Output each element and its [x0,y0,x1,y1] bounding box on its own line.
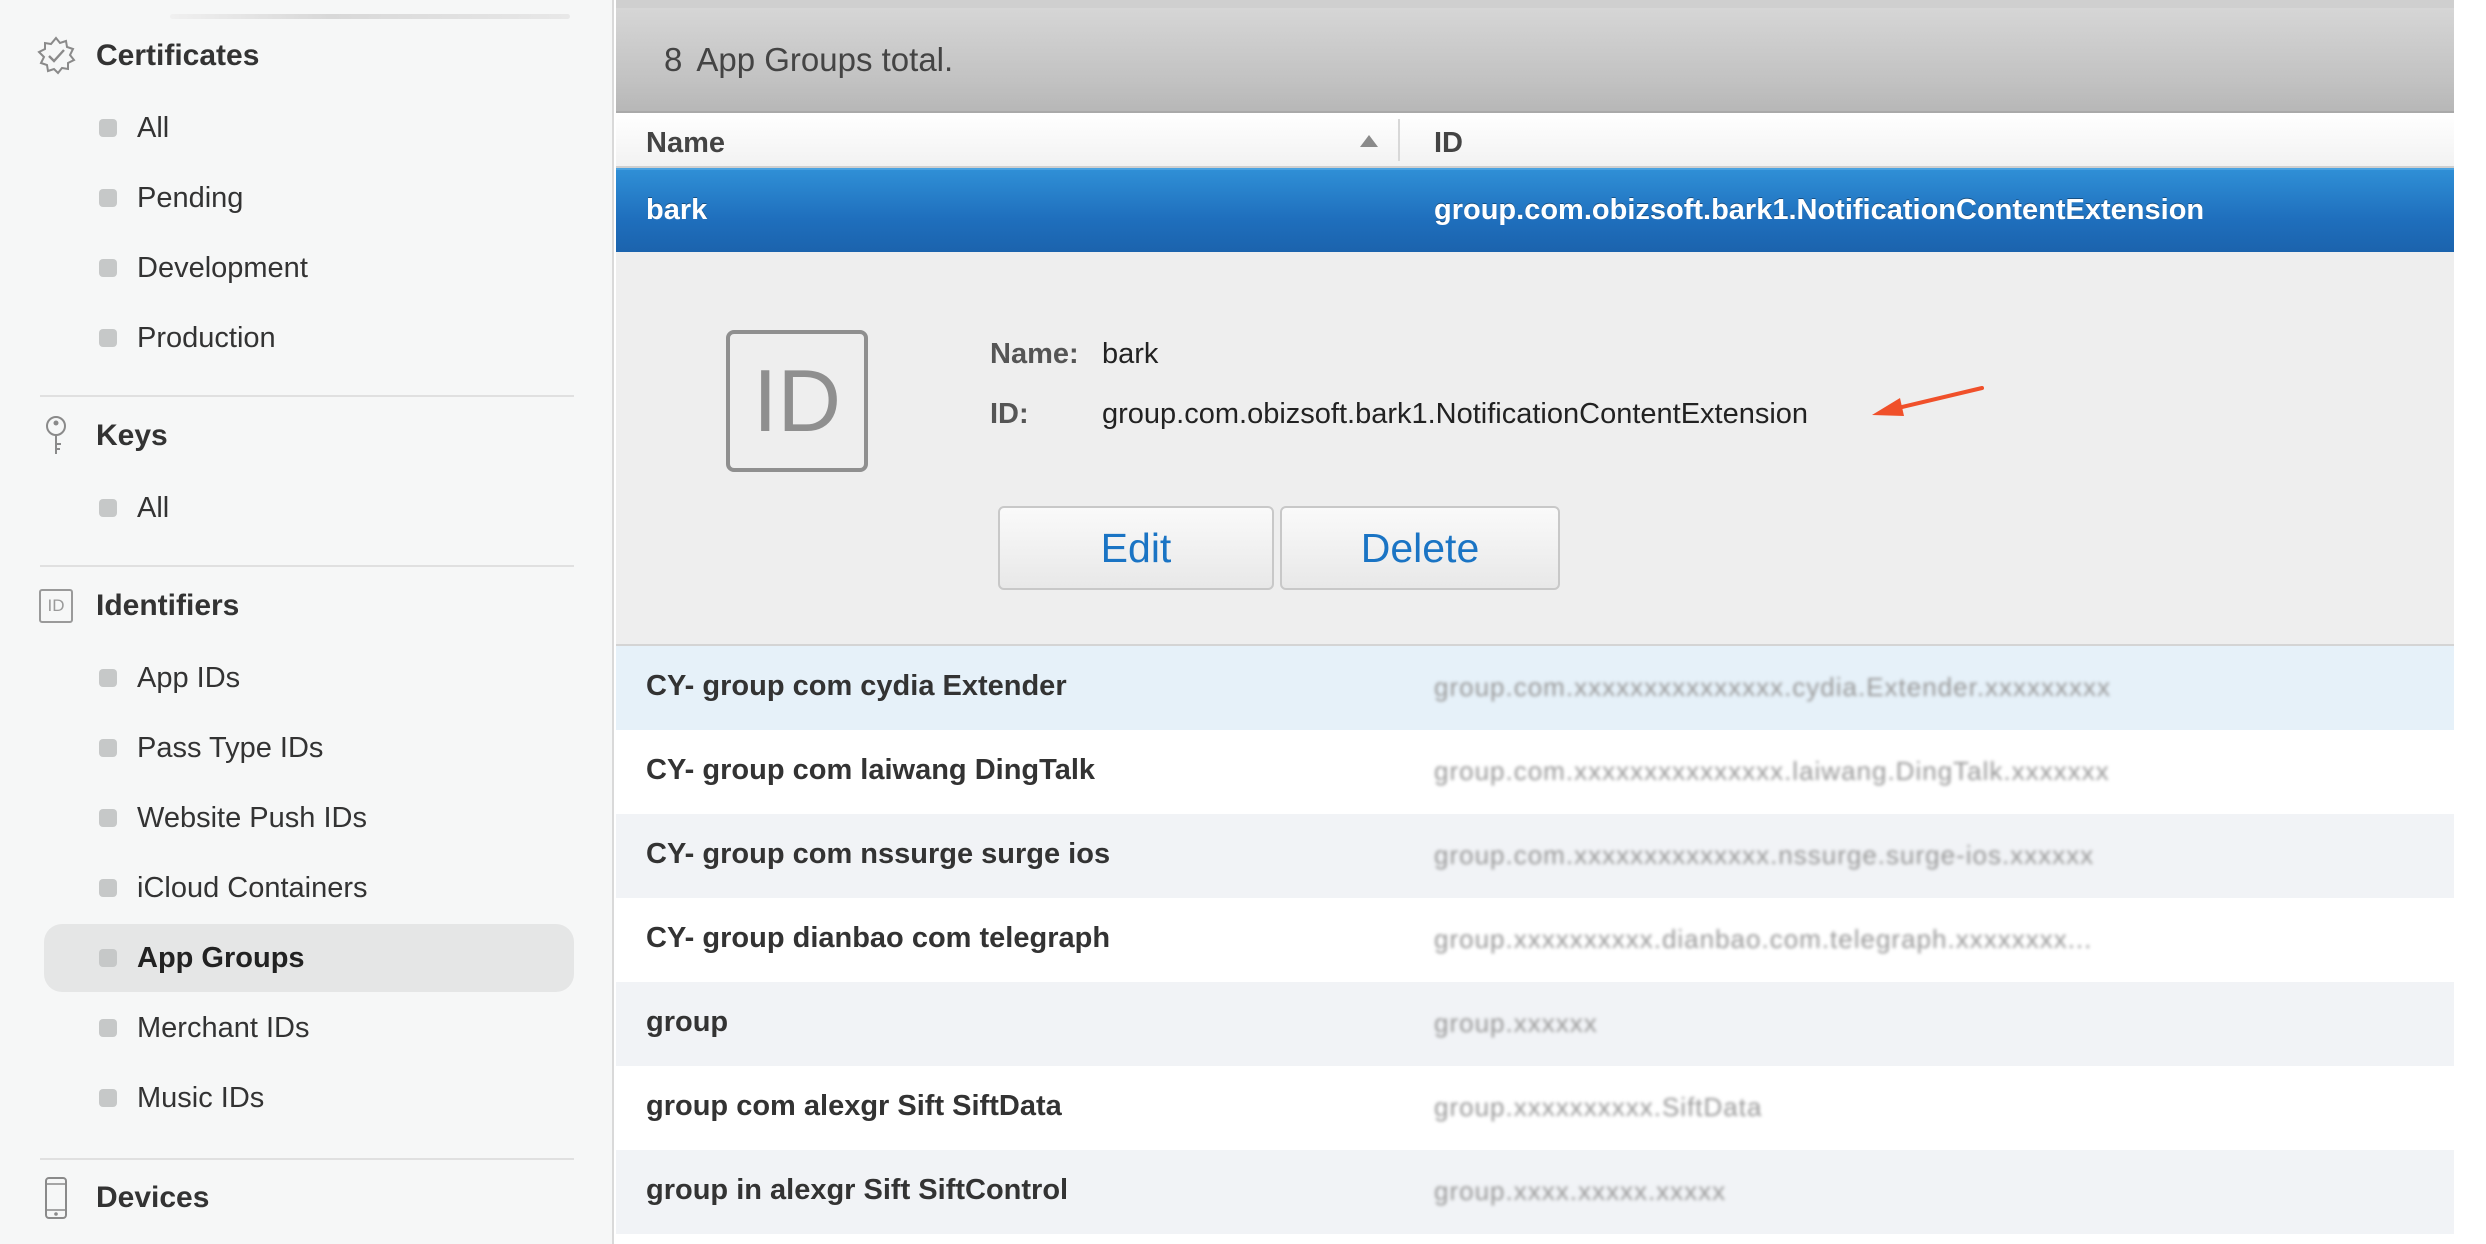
bullet-icon [99,189,117,207]
section-label: Devices [96,1181,210,1214]
table-row[interactable]: group group.xxxxxx [616,982,2454,1066]
bullet-icon [99,739,117,757]
sidebar-item-label: Merchant IDs [137,1011,310,1044]
table-row[interactable]: group in alexgr Sift SiftControl group.x… [616,1150,2454,1234]
row-id-redacted: group.xxxxxxxxxx.SiftData [1434,1092,1763,1122]
row-name: CY- group com cydia Extender [646,670,1067,702]
bullet-icon [99,809,117,827]
detail-name-value: bark [1102,338,1159,370]
bullet-icon [99,119,117,137]
table-row[interactable]: CY- group com nssurge surge ios group.co… [616,814,2454,898]
column-divider [1398,119,1400,161]
row-name: CY- group dianbao com telegraph [646,922,1111,954]
sidebar: Certificates All Pending Development Pro… [0,0,614,1244]
sidebar-item-music-ids[interactable]: Music IDs [44,1064,574,1132]
sidebar-item-pass-type-ids[interactable]: Pass Type IDs [44,714,574,782]
sidebar-item-label: App IDs [137,661,241,694]
table-row[interactable]: group com alexgr Sift SiftData group.xxx… [616,1066,2454,1150]
sidebar-item-label: Pending [137,181,244,214]
sidebar-item-app-ids[interactable]: App IDs [44,644,574,712]
row-id-redacted: group.xxxxxx [1434,1008,1598,1038]
table-row[interactable]: CY- group com cydia Extender group.com.x… [616,646,2454,730]
sidebar-item-label: All [137,111,170,144]
edit-button[interactable]: Edit [998,506,1274,590]
column-header-id[interactable]: ID [1434,127,1463,160]
sidebar-item-label: Pass Type IDs [137,731,324,764]
bullet-icon [99,1019,117,1037]
summary-text: App Groups total. [696,40,954,78]
row-name: CY- group com nssurge surge ios [646,838,1111,870]
bullet-icon [99,1089,117,1107]
detail-id-label: ID: [990,398,1029,430]
section-certificates[interactable]: Certificates [36,28,259,84]
delete-button[interactable]: Delete [1280,506,1560,590]
detail-name-label: Name: [990,338,1079,370]
sidebar-item-certificates-all[interactable]: All [44,94,574,162]
bullet-icon [99,949,117,967]
section-devices[interactable]: Devices [36,1170,209,1226]
section-label: Keys [96,419,168,452]
id-badge-icon: ID [726,330,868,472]
sidebar-item-label: iCloud Containers [137,871,368,904]
bullet-icon [99,329,117,347]
section-label: Certificates [96,39,260,72]
table-row-selected[interactable]: bark group.com.obizsoft.bark1.Notificati… [616,168,2454,252]
row-id-redacted: group.xxxxxxxxxx.dianbao.com.telegraph.x… [1434,924,2093,954]
section-identifiers[interactable]: ID Identifiers [36,578,239,634]
sidebar-item-label: Production [137,321,276,354]
table-row[interactable]: CY- group dianbao com telegraph group.xx… [616,898,2454,982]
sidebar-item-app-groups[interactable]: App Groups [44,924,574,992]
sidebar-item-production[interactable]: Production [44,304,574,372]
sidebar-divider [40,1158,574,1160]
row-id-redacted: group.xxxx.xxxxx.xxxxx [1434,1176,1727,1206]
sort-ascending-icon[interactable] [1360,135,1378,147]
detail-panel: ID Name: bark ID: group.com.obizsoft.bar… [616,252,2454,646]
table-header: Name ID [616,113,2454,168]
id-icon: ID [36,584,76,628]
sidebar-item-label: Website Push IDs [137,801,367,834]
sidebar-item-label: App Groups [137,941,305,974]
group-count: 8 [664,40,683,78]
bullet-icon [99,259,117,277]
bullet-icon [99,879,117,897]
sidebar-item-label: Development [137,251,308,284]
sidebar-item-merchant-ids[interactable]: Merchant IDs [44,994,574,1062]
sidebar-item-label: All [137,491,170,524]
sidebar-item-pending[interactable]: Pending [44,164,574,232]
annotation-arrow-icon [1872,386,1984,416]
key-icon [36,414,76,458]
detail-id-value: group.com.obizsoft.bark1.NotificationCon… [1102,398,1809,430]
column-header-name[interactable]: Name [646,127,725,160]
sidebar-top-shadow [170,14,570,19]
row-id-redacted: group.com.xxxxxxxxxxxxxxx.cydia.Extender… [1434,672,2112,702]
bullet-icon [99,669,117,687]
section-keys[interactable]: Keys [36,408,168,464]
sidebar-item-icloud-containers[interactable]: iCloud Containers [44,854,574,922]
sidebar-item-label: Music IDs [137,1081,265,1114]
page-right-gutter [2454,0,2486,1244]
row-name: CY- group com laiwang DingTalk [646,754,1096,786]
row-name: group in alexgr Sift SiftControl [646,1174,1069,1206]
row-name: group [646,1006,729,1038]
row-id: group.com.obizsoft.bark1.NotificationCon… [1434,194,2205,226]
table-row[interactable]: CY- group com laiwang DingTalk group.com… [616,730,2454,814]
row-id-redacted: group.com.xxxxxxxxxxxxxx.nssurge.surge-i… [1434,840,2095,870]
row-id-redacted: group.com.xxxxxxxxxxxxxxx.laiwang.DingTa… [1434,756,2110,786]
sidebar-item-website-push-ids[interactable]: Website Push IDs [44,784,574,852]
row-name: bark [646,194,708,226]
sidebar-divider [40,565,574,567]
main-panel: 8 App Groups total. Name ID bark group.c… [616,0,2454,1244]
bullet-icon [99,499,117,517]
sidebar-item-keys-all[interactable]: All [44,474,574,542]
sidebar-divider [40,395,574,397]
device-phone-icon [36,1176,76,1220]
row-name: group com alexgr Sift SiftData [646,1090,1062,1122]
certificate-badge-icon [36,34,76,78]
summary-bar: 8 App Groups total. [616,0,2454,113]
sidebar-item-development[interactable]: Development [44,234,574,302]
section-label: Identifiers [96,589,240,622]
